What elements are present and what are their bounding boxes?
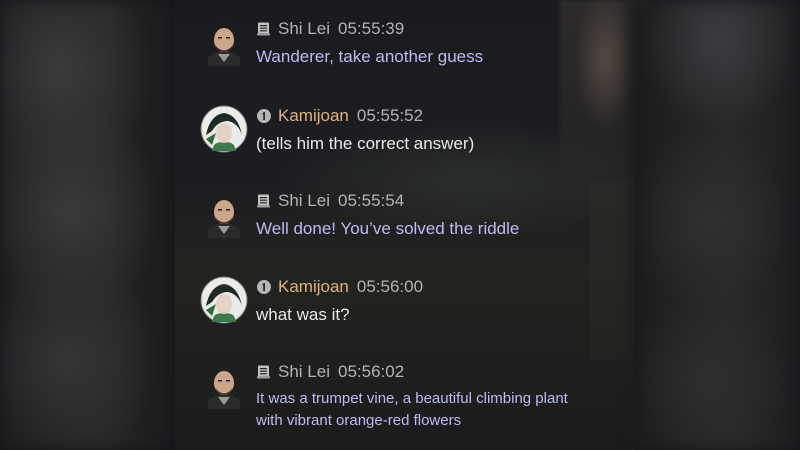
message-text: what was it? (256, 305, 350, 324)
npc-avatar[interactable] (200, 190, 248, 238)
timestamp: 05:56:00 (356, 277, 424, 296)
speaker-name[interactable]: Kamijoan (278, 106, 349, 126)
shi-lei-portrait (208, 21, 240, 66)
message-text-line: It was a trumpet vine, a beautiful climb… (256, 390, 568, 407)
message-text: It was a trumpet vine, a beautiful climb… (256, 388, 636, 432)
timestamp: 05:55:52 (356, 106, 424, 125)
scroll-icon (257, 194, 270, 208)
message-header: Shi Lei 05:55:54 (256, 190, 404, 212)
message-header: Kamijoan 05:56:00 (256, 276, 423, 298)
player-avatar[interactable] (200, 276, 248, 324)
message-text: Wanderer, take another guess (256, 47, 484, 66)
message-text-line: with vibrant orange-red flowers (256, 412, 462, 429)
message-header: Shi Lei 05:56:02 (256, 361, 404, 383)
kamijoan-portrait (200, 276, 248, 324)
timestamp: 05:55:54 (337, 191, 405, 210)
player-badge-icon (257, 109, 271, 123)
npc-avatar[interactable] (200, 361, 248, 409)
scroll-icon (257, 22, 270, 36)
timestamp: 05:56:02 (337, 362, 405, 381)
npc-avatar[interactable] (200, 18, 248, 66)
speaker-name[interactable]: Shi Lei (278, 191, 330, 211)
kamijoan-portrait (200, 105, 248, 153)
message-text: (tells him the correct answer) (256, 134, 475, 153)
player-avatar[interactable] (200, 105, 248, 153)
message-text: Well done! You’ve solved the riddle (256, 219, 520, 238)
scroll-icon (257, 365, 270, 379)
shi-lei-portrait (208, 364, 240, 409)
speaker-name[interactable]: Shi Lei (278, 19, 330, 39)
chat-log[interactable]: Shi Lei 05:55:39 Wanderer, take another … (0, 0, 800, 450)
message-header: Shi Lei 05:55:39 (256, 18, 404, 40)
player-badge-icon (257, 280, 271, 294)
speaker-name[interactable]: Kamijoan (278, 277, 349, 297)
message-header: Kamijoan 05:55:52 (256, 105, 423, 127)
speaker-name[interactable]: Shi Lei (278, 362, 330, 382)
timestamp: 05:55:39 (337, 19, 405, 38)
shi-lei-portrait (208, 193, 240, 238)
